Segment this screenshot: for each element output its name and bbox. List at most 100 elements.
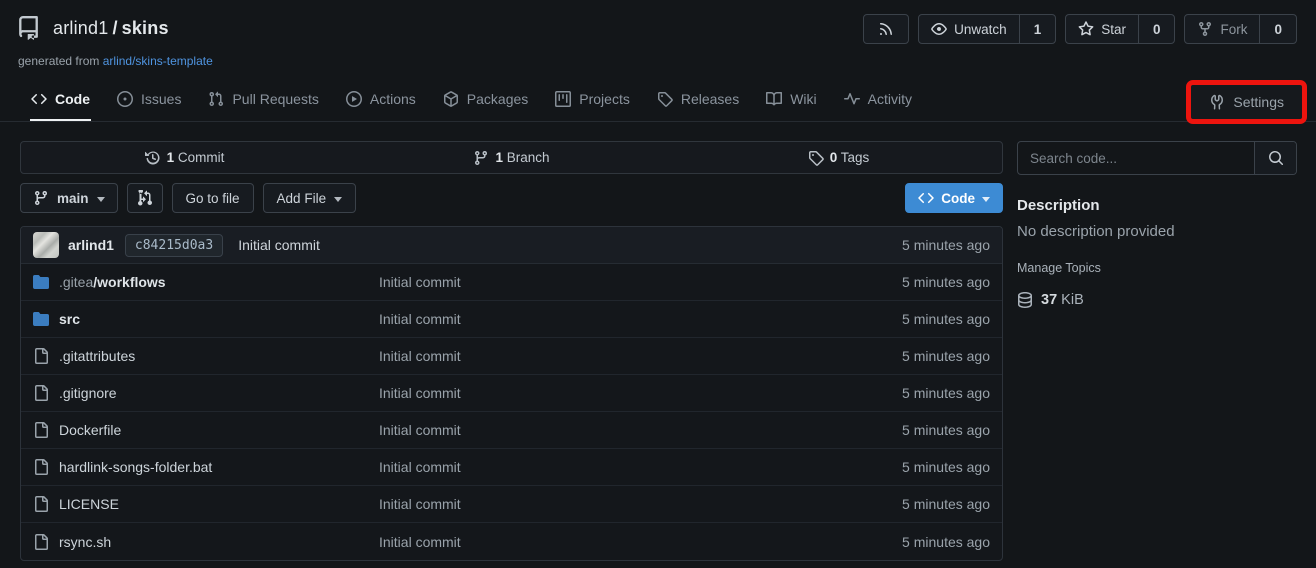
file-link[interactable]: hardlink-songs-folder.bat: [33, 459, 379, 475]
file-icon: [33, 422, 49, 438]
file-commit-message-link[interactable]: Initial commit: [379, 311, 820, 327]
tab-code[interactable]: Code: [30, 78, 91, 121]
file-row: .gitattributesInitial commit5 minutes ag…: [21, 338, 1002, 375]
file-commit-message-link[interactable]: Initial commit: [379, 496, 820, 512]
search-button[interactable]: [1254, 142, 1296, 174]
tab-issues[interactable]: Issues: [116, 78, 182, 121]
unwatch-button[interactable]: Unwatch: [919, 15, 1019, 43]
file-name: .gitignore: [59, 385, 117, 401]
description-heading: Description: [1017, 197, 1297, 214]
file-link[interactable]: Dockerfile: [33, 422, 379, 438]
file-commit-time: 5 minutes ago: [820, 311, 990, 327]
add-file-button[interactable]: Add File: [263, 183, 357, 213]
history-icon: [145, 150, 161, 166]
file-link[interactable]: rsync.sh: [33, 534, 379, 550]
search-icon: [1268, 150, 1284, 166]
star-button[interactable]: Star: [1066, 15, 1138, 43]
watch-button-group: Unwatch 1: [918, 14, 1056, 44]
folder-link[interactable]: .gitea/workflows: [33, 274, 379, 290]
compare-button[interactable]: [127, 183, 163, 213]
file-name: rsync.sh: [59, 534, 111, 550]
tab-label: Projects: [579, 91, 630, 107]
manage-topics-link[interactable]: Manage Topics: [1017, 261, 1101, 275]
fork-count[interactable]: 0: [1259, 15, 1296, 43]
template-repo-link[interactable]: arlind/skins-template: [103, 54, 213, 68]
tag-icon: [657, 91, 673, 107]
settings-tab-label: Settings: [1233, 94, 1284, 110]
file-row: .gitignoreInitial commit5 minutes ago: [21, 375, 1002, 412]
tags-stat[interactable]: 0 Tags: [675, 142, 1002, 173]
commit-time: 5 minutes ago: [902, 237, 990, 253]
tag-count: 0: [830, 150, 838, 165]
file-link[interactable]: LICENSE: [33, 496, 379, 512]
play-icon: [346, 91, 362, 107]
issue-icon: [117, 91, 133, 107]
file-commit-message-link[interactable]: Initial commit: [379, 534, 820, 550]
file-icon: [33, 534, 49, 550]
rss-button[interactable]: [863, 14, 909, 44]
file-commit-time: 5 minutes ago: [820, 496, 990, 512]
repo-name-link[interactable]: skins: [122, 18, 169, 38]
tag-count-label: Tags: [841, 150, 870, 165]
star-count[interactable]: 0: [1138, 15, 1175, 43]
book-open-icon: [766, 91, 782, 107]
folder-icon: [33, 311, 49, 327]
branch-selector[interactable]: main: [20, 183, 118, 213]
tab-releases[interactable]: Releases: [656, 78, 740, 121]
code-button-label: Code: [941, 191, 975, 206]
watch-count[interactable]: 1: [1019, 15, 1056, 43]
file-row: .gitea/workflowsInitial commit5 minutes …: [21, 264, 1002, 301]
tab-packages[interactable]: Packages: [442, 78, 529, 121]
file-name: hardlink-songs-folder.bat: [59, 459, 212, 475]
commits-stat[interactable]: 1 Commit: [21, 142, 348, 173]
file-commit-message-link[interactable]: Initial commit: [379, 385, 820, 401]
file-commit-message-link[interactable]: Initial commit: [379, 274, 820, 290]
branch-icon: [473, 150, 489, 166]
tab-label: Actions: [370, 91, 416, 107]
tab-activity[interactable]: Activity: [843, 78, 913, 121]
code-search: [1017, 141, 1297, 175]
repo-sidebar: Description No description provided Mana…: [1017, 141, 1297, 561]
code-download-button[interactable]: Code: [905, 183, 1003, 213]
branches-stat[interactable]: 1 Branch: [348, 142, 675, 173]
file-row: hardlink-songs-folder.batInitial commit5…: [21, 449, 1002, 486]
file-row: srcInitial commit5 minutes ago: [21, 301, 1002, 338]
tab-settings[interactable]: Settings: [1209, 94, 1284, 110]
generated-from-label: generated from: [18, 54, 99, 68]
folder-link[interactable]: src: [33, 311, 379, 327]
commit-author-link[interactable]: arlind1: [68, 237, 114, 253]
repo-owner-link[interactable]: arlind1: [53, 18, 108, 38]
search-input[interactable]: [1018, 142, 1254, 174]
commit-hash-link[interactable]: c84215d0a3: [125, 234, 223, 257]
file-commit-time: 5 minutes ago: [820, 348, 990, 364]
commit-message-link[interactable]: Initial commit: [238, 237, 320, 253]
tab-actions[interactable]: Actions: [345, 78, 417, 121]
file-table: arlind1 c84215d0a3 Initial commit 5 minu…: [20, 226, 1003, 561]
file-row: rsync.sh Initial commit5 minutes ago: [21, 523, 1002, 560]
file-link[interactable]: .gitattributes: [33, 348, 379, 364]
file-name: LICENSE: [59, 496, 119, 512]
tools-icon: [1209, 94, 1225, 110]
fork-label: Fork: [1220, 22, 1247, 37]
git-compare-icon: [137, 190, 153, 206]
tab-projects[interactable]: Projects: [554, 78, 631, 121]
chevron-down-icon: [334, 197, 342, 202]
pulse-icon: [844, 91, 860, 107]
avatar[interactable]: [33, 232, 59, 258]
file-commit-message-link[interactable]: Initial commit: [379, 348, 820, 364]
star-button-group: Star 0: [1065, 14, 1175, 44]
file-commit-message-link[interactable]: Initial commit: [379, 459, 820, 475]
tab-pull-requests[interactable]: Pull Requests: [207, 78, 319, 121]
file-link[interactable]: .gitignore: [33, 385, 379, 401]
tab-wiki[interactable]: Wiki: [765, 78, 817, 121]
package-icon: [443, 91, 459, 107]
branch-count: 1: [495, 150, 503, 165]
code-icon: [31, 91, 47, 107]
file-commit-message-link[interactable]: Initial commit: [379, 422, 820, 438]
star-icon: [1078, 21, 1094, 37]
branch-icon: [33, 190, 49, 206]
file-commit-time: 5 minutes ago: [820, 534, 990, 550]
generated-from-line: generated from arlind/skins-template: [18, 54, 1297, 68]
fork-button[interactable]: Fork: [1185, 15, 1259, 43]
go-to-file-button[interactable]: Go to file: [172, 183, 254, 213]
